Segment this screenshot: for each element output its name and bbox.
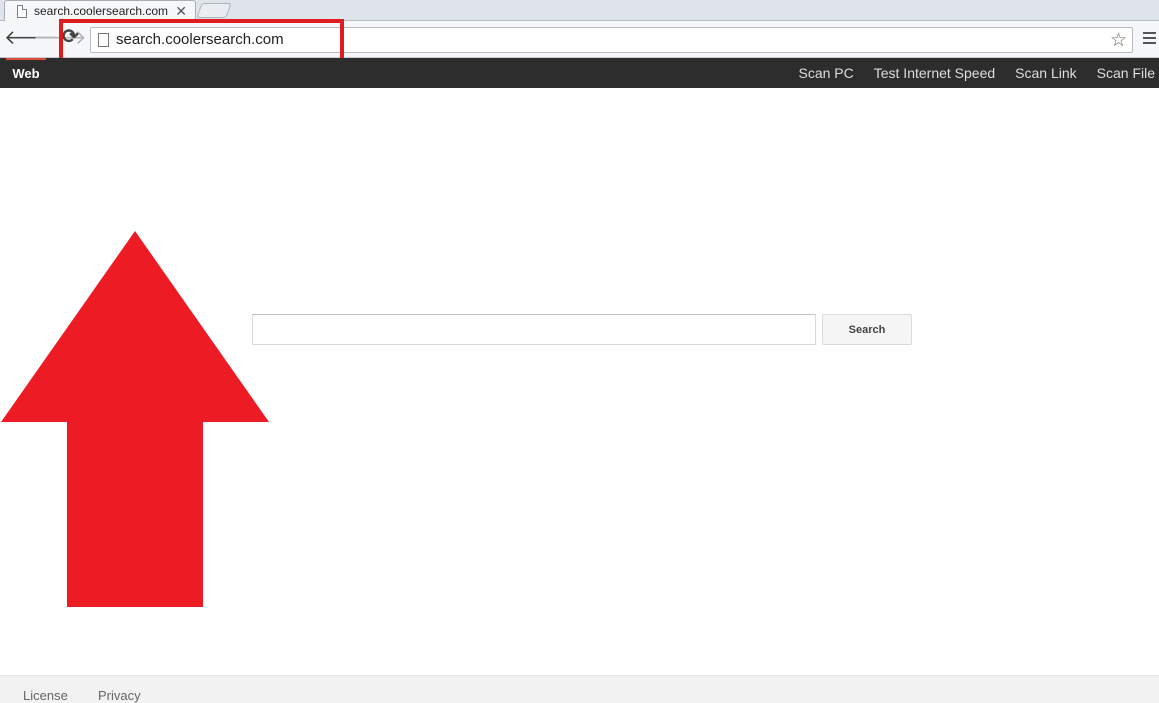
tab-title: search.coolersearch.com (34, 4, 169, 18)
page-icon (17, 4, 27, 18)
scan-pc-link[interactable]: Scan PC (798, 65, 853, 81)
privacy-link[interactable]: Privacy (98, 688, 141, 703)
close-icon[interactable]: ✕ (175, 3, 187, 20)
menu-icon[interactable] (1143, 32, 1156, 47)
tab-web[interactable]: Web (6, 58, 46, 88)
scan-link-link[interactable]: Scan Link (1015, 65, 1076, 81)
top-links: Scan PC Test Internet Speed Scan Link Sc… (778, 58, 1155, 88)
search-input[interactable] (252, 314, 816, 345)
tab-strip: search.coolersearch.com ✕ (0, 0, 1159, 21)
scan-file-link[interactable]: Scan File (1097, 65, 1155, 81)
star-icon[interactable]: ☆ (1110, 29, 1127, 52)
browser-tab[interactable]: search.coolersearch.com ✕ (4, 0, 196, 21)
top-nav-bar: Web Scan PC Test Internet Speed Scan Lin… (0, 58, 1159, 88)
new-tab-button[interactable] (196, 3, 232, 18)
red-up-arrow (1, 231, 269, 607)
search-button[interactable]: Search (822, 314, 912, 345)
footer: License Privacy (0, 675, 1159, 703)
license-link[interactable]: License (23, 688, 68, 703)
test-internet-speed-link[interactable]: Test Internet Speed (874, 65, 995, 81)
